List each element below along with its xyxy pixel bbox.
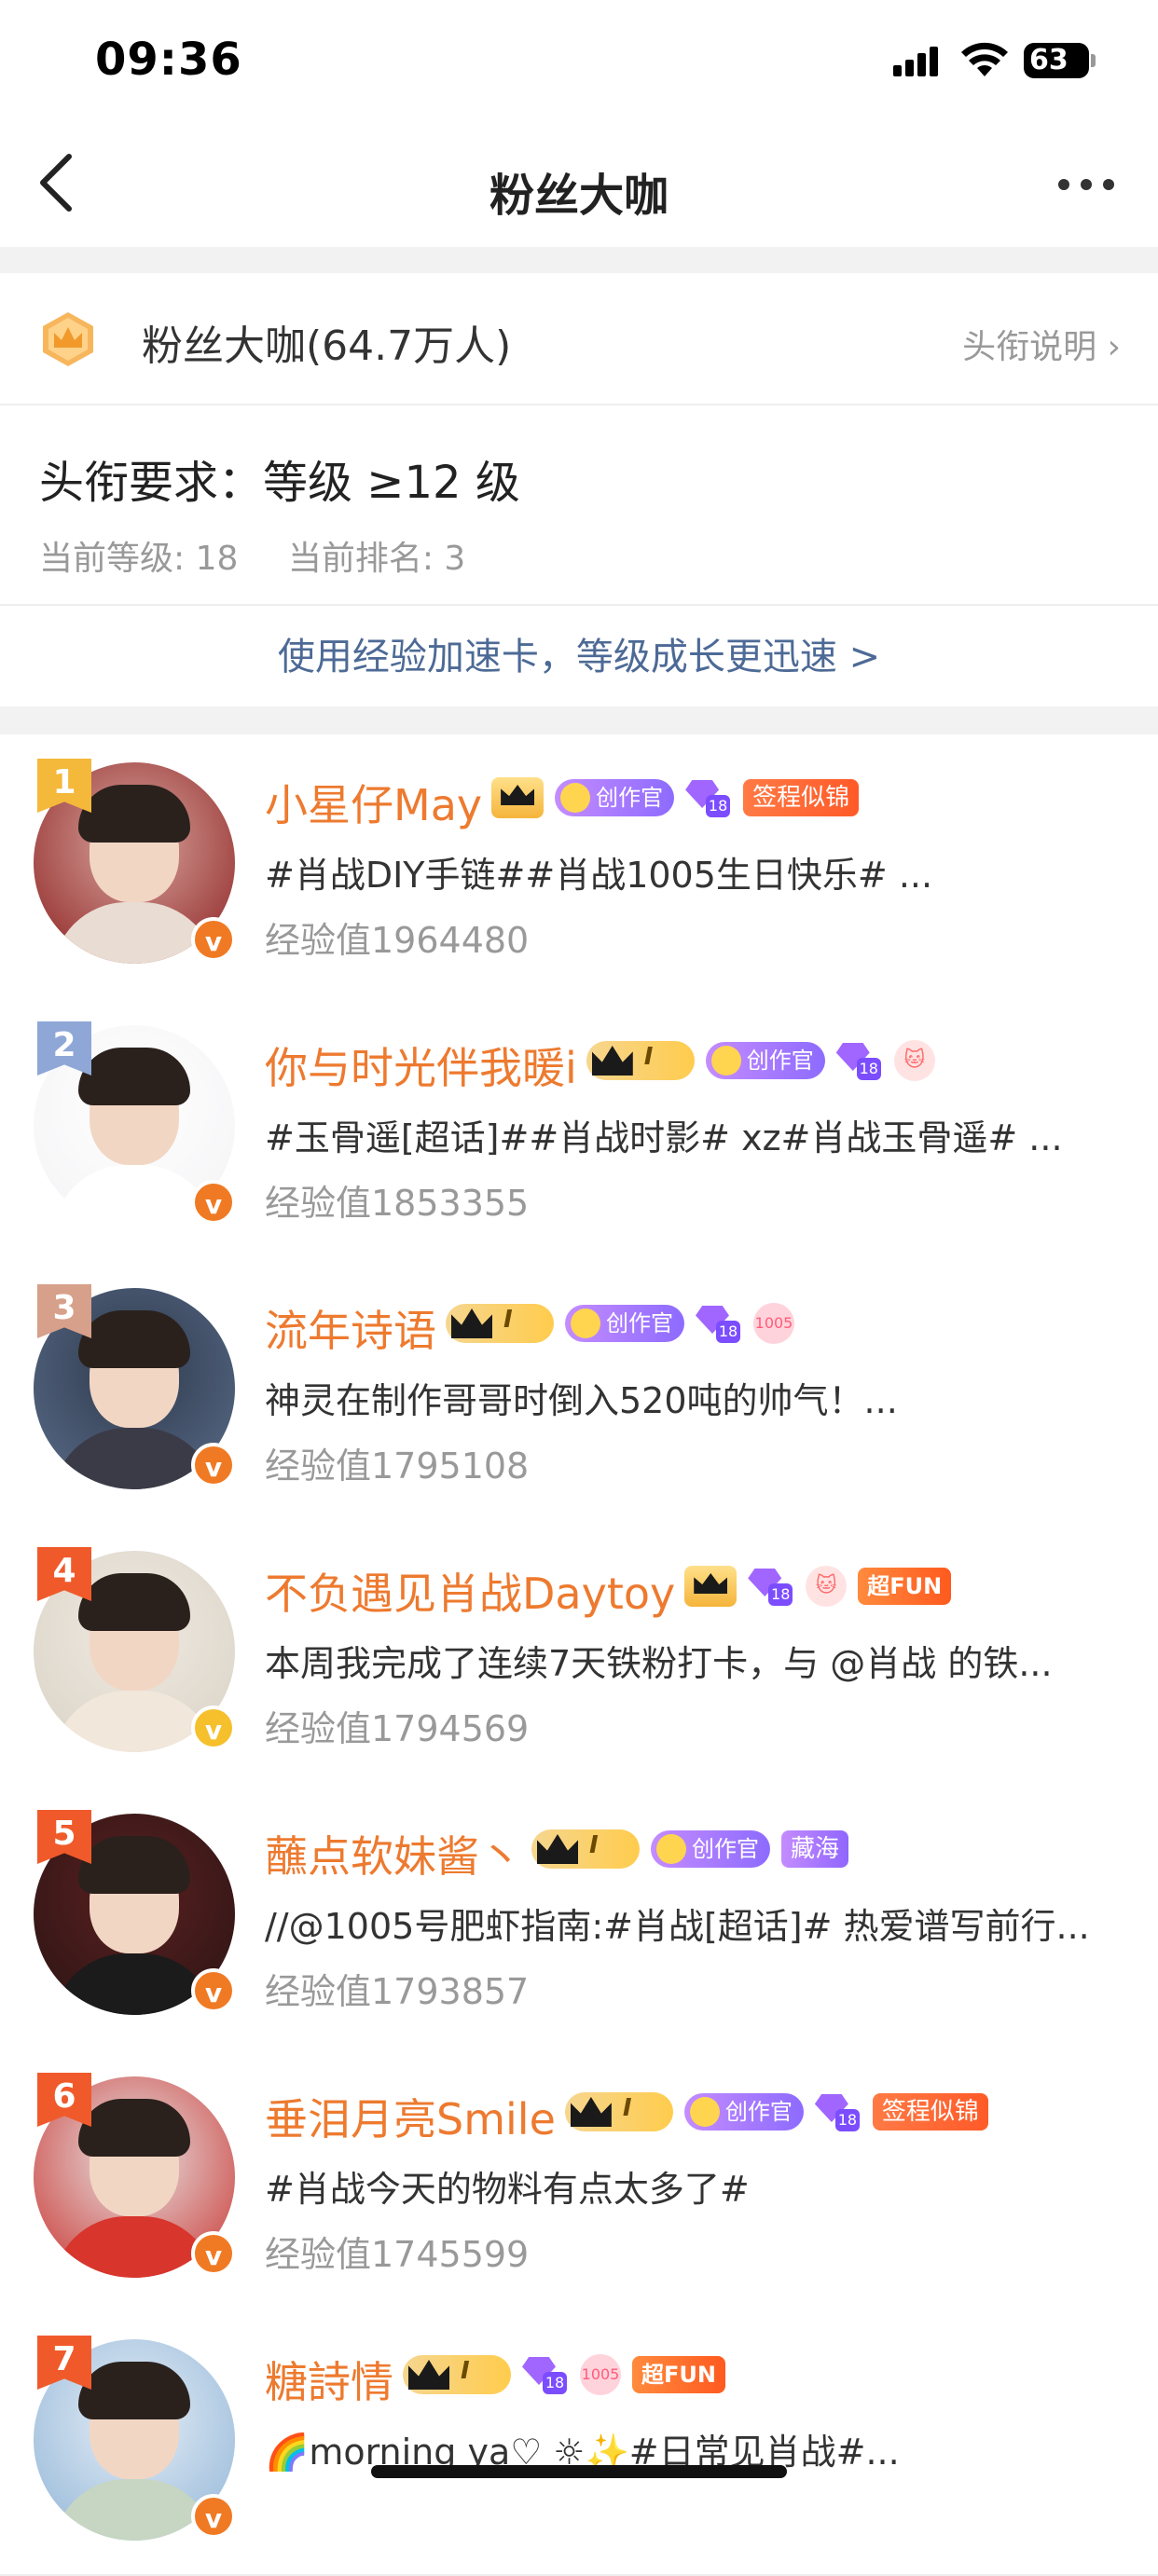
- experience-value: 经验值1964480: [265, 920, 530, 961]
- crown-badge-icon[interactable]: [684, 1566, 738, 1607]
- title-name: 粉丝大咖(64.7万人): [142, 322, 512, 370]
- user-badges: 创作官藏海: [531, 1823, 849, 1875]
- rabbit-badge-icon[interactable]: 1005: [753, 1303, 794, 1344]
- diamond-level-badge-icon[interactable]: [522, 2355, 569, 2394]
- verified-v-icon: v: [191, 917, 236, 962]
- list-item[interactable]: 4v不负遇见肖战Daytoy🐱超FUN本周我完成了连续7天铁粉打卡，与 @肖战 …: [0, 1523, 1158, 1788]
- verified-v-icon: v: [191, 2494, 236, 2539]
- fan-level-badge-icon[interactable]: [446, 1304, 554, 1343]
- current-rank: 当前排名: 3: [287, 540, 466, 578]
- rabbit-badge-icon[interactable]: 1005: [580, 2354, 621, 2395]
- user-badges: 创作官 签程似锦: [491, 772, 860, 824]
- diamond-level-badge-icon[interactable]: [748, 1567, 794, 1606]
- experience-value: 经验值1793857: [265, 1971, 530, 2012]
- title-row: 粉丝大咖(64.7万人) 头衔说明 ›: [0, 273, 1158, 405]
- title-explain-link[interactable]: 头衔说明 ›: [962, 320, 1121, 368]
- diamond-level-badge-icon[interactable]: [696, 1304, 742, 1343]
- creator-badge[interactable]: 创作官: [565, 1305, 684, 1342]
- user-badges: 🐱 超FUN: [684, 1560, 952, 1612]
- cellular-signal-icon: [893, 45, 942, 76]
- fan-level-badge-icon[interactable]: [586, 1041, 695, 1080]
- user-name[interactable]: 流年诗语: [265, 1297, 436, 1359]
- wifi-icon: [961, 42, 1008, 76]
- user-badges: 1005 超FUN: [403, 2349, 725, 2401]
- verified-v-icon: v: [191, 1706, 236, 1750]
- user-badges: 创作官 签程似锦: [564, 2086, 988, 2138]
- pet-badge-icon[interactable]: 🐱: [806, 1566, 848, 1607]
- creator-badge[interactable]: 创作官: [555, 779, 675, 816]
- list-item[interactable]: 6v垂泪月亮Smile创作官签程似锦#肖战今天的物料有点太多了#经验值17455…: [0, 2048, 1158, 2313]
- list-item[interactable]: 5v蘸点软妹酱丶创作官藏海//@1005号肥虾指南:#肖战[超话]# 热爱谱写前…: [0, 1786, 1158, 2050]
- verified-v-icon: v: [191, 1180, 236, 1225]
- user-name[interactable]: 垂泪月亮Smile: [265, 2086, 556, 2147]
- fun-badge[interactable]: 超FUN: [632, 2356, 725, 2393]
- current-status: 当前等级: 18 当前排名: 3: [39, 531, 504, 580]
- section-divider: [0, 247, 1158, 273]
- latest-post-text: 神灵在制作哥哥时倒入520吨的帅气！...: [265, 1380, 898, 1421]
- experience-value: 经验值1795108: [265, 1446, 530, 1487]
- fun-badge[interactable]: 超FUN: [858, 1568, 952, 1605]
- page-title: 粉丝大咖: [489, 170, 669, 222]
- status-time: 09:36: [95, 34, 242, 86]
- verified-v-icon: v: [191, 1968, 236, 2013]
- battery-icon: 63: [1024, 43, 1089, 78]
- latest-post-text: #肖战今天的物料有点太多了#: [265, 2169, 750, 2210]
- list-item[interactable]: 3v流年诗语创作官1005神灵在制作哥哥时倒入520吨的帅气！...经验值179…: [0, 1260, 1158, 1525]
- latest-post-text: #肖战DIY手链##肖战1005生日快乐# ...: [265, 855, 933, 896]
- creator-badge[interactable]: 创作官: [705, 1042, 825, 1079]
- fan-level-badge-icon[interactable]: [531, 1829, 640, 1869]
- latest-post-text: #玉骨遥[超话]##肖战时影# xz#肖战玉骨遥# ...: [265, 1117, 1063, 1158]
- more-icon[interactable]: [1049, 170, 1124, 198]
- user-name[interactable]: 糖詩情: [265, 2349, 393, 2410]
- diamond-level-badge-icon[interactable]: [685, 778, 732, 817]
- user-name[interactable]: 你与时光伴我暖i: [265, 1035, 577, 1096]
- experience-value: 经验值1794569: [265, 1708, 530, 1749]
- list-item[interactable]: 7v糖詩情1005超FUN🌈morning ya♡ ☼✨#日常见肖战#...: [0, 2311, 1158, 2576]
- user-name[interactable]: 小星仔May: [265, 772, 482, 833]
- battery-cap: [1091, 54, 1096, 67]
- status-bar: 09:36 63: [0, 0, 1158, 121]
- user-badges: 创作官 1005: [446, 1297, 794, 1350]
- user-name[interactable]: 蘸点软妹酱丶: [265, 1823, 522, 1884]
- creator-badge[interactable]: 创作官: [683, 2093, 804, 2131]
- verified-v-icon: v: [191, 1443, 236, 1487]
- user-badges: 创作官 🐱: [586, 1035, 935, 1087]
- accelerate-card-link[interactable]: 使用经验加速卡，等级成长更迅速 >: [0, 604, 1158, 708]
- list-item[interactable]: 2v你与时光伴我暖i创作官🐱#玉骨遥[超话]##肖战时影# xz#肖战玉骨遥# …: [0, 997, 1158, 1262]
- nav-bar: 粉丝大咖: [0, 121, 1158, 247]
- diamond-level-badge-icon[interactable]: [836, 1041, 883, 1080]
- experience-value: 经验值1853355: [265, 1183, 530, 1224]
- title-crown-badge-icon: [43, 312, 93, 366]
- home-indicator: [371, 2465, 787, 2478]
- label-badge[interactable]: 签程似锦: [872, 2093, 988, 2131]
- fan-level-badge-icon[interactable]: [564, 2092, 673, 2131]
- creator-badge[interactable]: 创作官: [651, 1830, 770, 1868]
- section-divider: [0, 706, 1158, 734]
- fan-level-badge-icon[interactable]: [403, 2355, 511, 2394]
- latest-post-text: 本周我完成了连续7天铁粉打卡，与 @肖战 的铁...: [265, 1643, 1053, 1684]
- label-badge[interactable]: 签程似锦: [743, 779, 860, 816]
- requirement-text: 头衔要求：等级 ≥12 级: [39, 457, 520, 509]
- pet-badge-icon[interactable]: 🐱: [893, 1040, 935, 1081]
- label-badge[interactable]: 藏海: [781, 1830, 849, 1868]
- verified-v-icon: v: [191, 2231, 236, 2276]
- crown-badge-icon[interactable]: [491, 777, 545, 818]
- list-item[interactable]: 1v小星仔May创作官签程似锦#肖战DIY手链##肖战1005生日快乐# ...…: [0, 734, 1158, 999]
- current-level: 当前等级: 18: [39, 540, 239, 578]
- user-name[interactable]: 不负遇见肖战Daytoy: [265, 1560, 675, 1622]
- experience-value: 经验值1745599: [265, 2234, 530, 2275]
- diamond-level-badge-icon[interactable]: [815, 2092, 862, 2131]
- latest-post-text: //@1005号肥虾指南:#肖战[超话]# 热爱谱写前行...: [265, 1906, 1090, 1947]
